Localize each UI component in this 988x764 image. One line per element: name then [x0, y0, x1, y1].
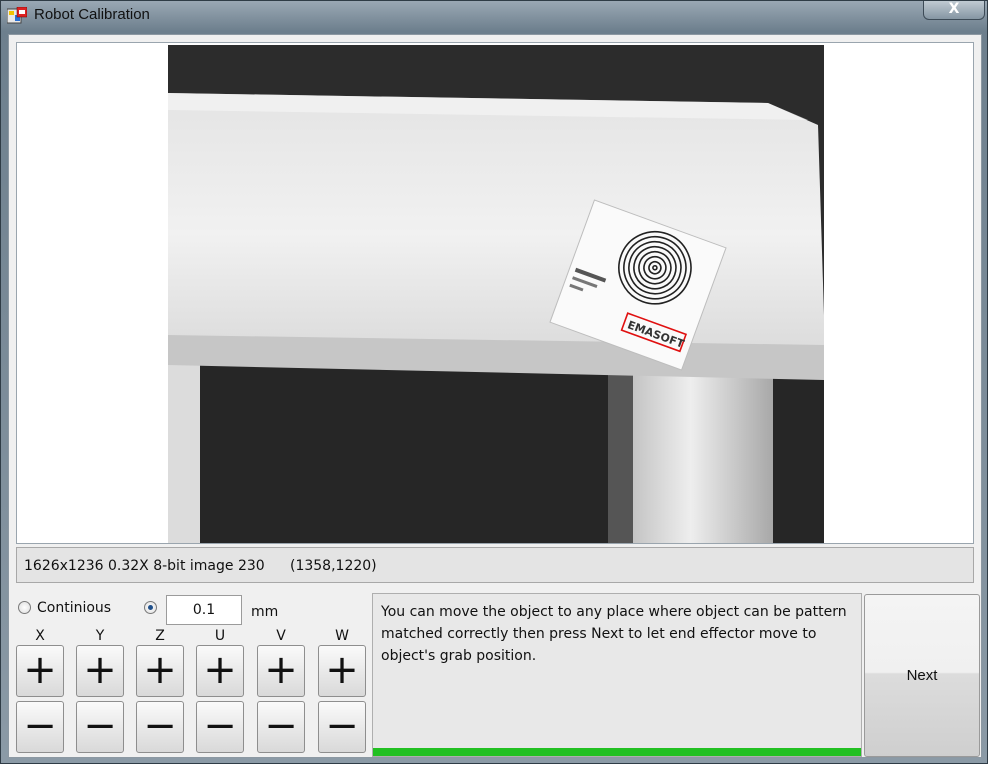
jog-v-plus-button[interactable]: +	[257, 645, 305, 697]
title-bar[interactable]: Robot Calibration X	[1, 1, 988, 31]
image-status-bar: 1626x1236 0.32X 8-bit image 230 (1358,12…	[16, 547, 974, 583]
jog-y-plus-button[interactable]: +	[76, 645, 124, 697]
jog-y-minus-button[interactable]: −	[76, 701, 124, 753]
step-size-input[interactable]	[166, 595, 242, 625]
camera-image-viewer[interactable]: EMASOFT	[16, 42, 974, 544]
axis-label-v: V	[276, 628, 286, 644]
progress-bar	[373, 748, 861, 756]
jog-v-minus-button[interactable]: −	[257, 701, 305, 753]
cursor-coordinates: (1358,1220)	[290, 558, 377, 574]
labview-app-icon	[7, 7, 27, 24]
robot-calibration-window: Robot Calibration X EMASOFT 1626x1236 0.…	[0, 0, 988, 764]
window-title: Robot Calibration	[34, 6, 150, 23]
instruction-message-panel: You can move the object to any place whe…	[372, 593, 862, 757]
jog-z-minus-button[interactable]: −	[136, 701, 184, 753]
jog-x-minus-button[interactable]: −	[16, 701, 64, 753]
axis-label-z: Z	[155, 628, 165, 644]
instruction-text: You can move the object to any place whe…	[381, 604, 847, 664]
camera-image: EMASOFT	[168, 45, 824, 543]
step-unit-label: mm	[251, 604, 279, 620]
close-button[interactable]: X	[923, 1, 985, 20]
jog-x-plus-button[interactable]: +	[16, 645, 64, 697]
progress-bar-fill	[373, 748, 861, 756]
jog-w-plus-button[interactable]: +	[318, 645, 366, 697]
next-button[interactable]: Next	[864, 594, 980, 757]
jog-control-panel: Continious mm X Y Z U V W + + + + + + − …	[11, 591, 367, 757]
step-radio[interactable]	[144, 601, 157, 614]
axis-label-u: U	[214, 628, 226, 644]
continuous-radio-label: Continious	[37, 600, 112, 616]
window-client-area: EMASOFT 1626x1236 0.32X 8-bit image 230 …	[8, 34, 982, 758]
jog-u-plus-button[interactable]: +	[196, 645, 244, 697]
jog-w-minus-button[interactable]: −	[318, 701, 366, 753]
continuous-radio[interactable]	[18, 601, 31, 614]
image-info-text: 1626x1236 0.32X 8-bit image 230	[24, 558, 265, 574]
jog-u-minus-button[interactable]: −	[196, 701, 244, 753]
axis-label-x: X	[35, 628, 45, 644]
jog-z-plus-button[interactable]: +	[136, 645, 184, 697]
axis-label-w: W	[335, 628, 349, 644]
axis-label-y: Y	[95, 628, 105, 644]
